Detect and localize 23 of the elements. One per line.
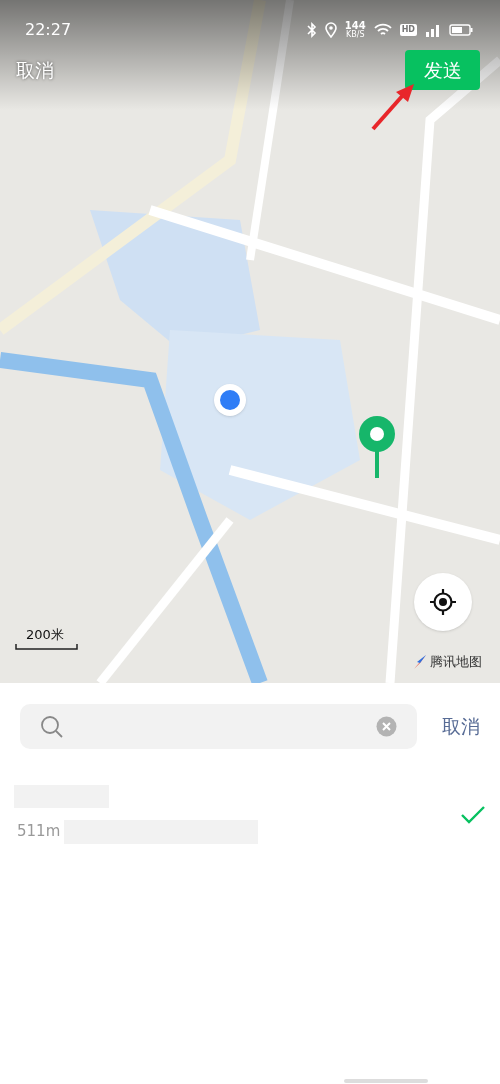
network-speed: 144 <box>344 21 366 31</box>
arrow-annotation <box>370 82 416 132</box>
location-icon <box>324 22 337 38</box>
map-scale-label: 200米 <box>26 628 64 641</box>
distance-label: 511m <box>17 821 61 842</box>
send-button[interactable]: 发送 <box>405 50 480 90</box>
wifi-icon <box>373 23 392 37</box>
search-field[interactable] <box>20 704 417 749</box>
battery-icon <box>449 23 473 37</box>
map-pin-icon <box>356 414 398 480</box>
cancel-button[interactable]: 取消 <box>16 56 54 85</box>
bluetooth-icon <box>306 22 317 38</box>
crosshair-icon <box>429 588 457 616</box>
speed-unit: KB/S <box>345 31 365 39</box>
search-icon <box>40 714 64 739</box>
map-provider-label: 腾讯地图 <box>430 653 482 671</box>
scale-bar <box>15 644 78 650</box>
clear-icon <box>376 716 397 737</box>
signal-icon <box>425 23 441 37</box>
search-cancel-button[interactable]: 取消 <box>442 712 480 741</box>
location-result-row[interactable]: 511m <box>0 785 500 847</box>
status-time: 22:27 <box>25 19 72 41</box>
compass-logo-icon <box>413 653 427 670</box>
